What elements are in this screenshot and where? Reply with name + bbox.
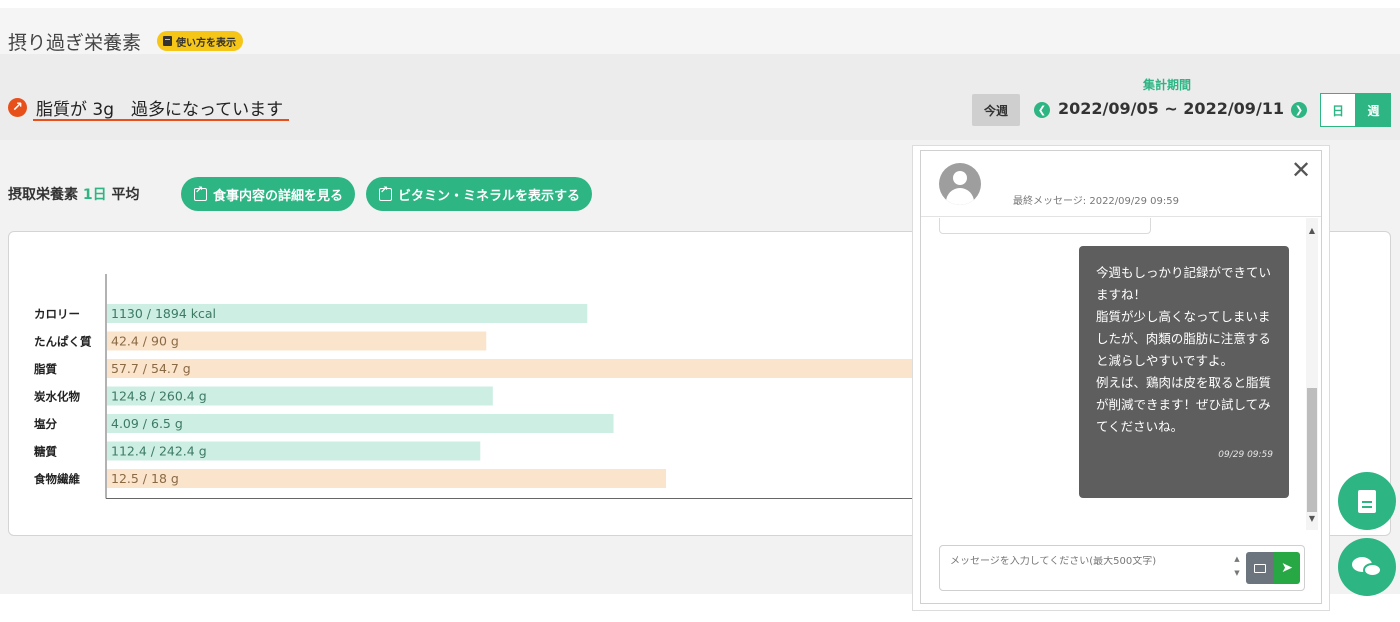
section-title-prefix: 摂取栄養素: [8, 187, 78, 203]
scroll-up-icon[interactable]: ▲: [1307, 226, 1317, 235]
bar-value-label: 42.4 / 90 g: [111, 334, 179, 349]
bar-value-label: 4.09 / 6.5 g: [111, 416, 183, 431]
section-title-suffix: 平均: [111, 187, 140, 203]
toggle-week-button[interactable]: 週: [1356, 93, 1391, 127]
input-spinner[interactable]: ▲ ▼: [1232, 552, 1242, 580]
chat-header: 最終メッセージ: 2022/09/29 09:59 ✕: [921, 151, 1321, 217]
page-title: 摂り過ぎ栄養素: [8, 32, 142, 54]
external-link-icon: [194, 185, 207, 201]
attach-image-button[interactable]: [1246, 552, 1274, 584]
scrollbar-thumb[interactable]: [1307, 388, 1317, 512]
bar-value-label: 12.5 / 18 g: [111, 471, 179, 486]
avatar-head: [953, 171, 967, 185]
section-title: 摂取栄養素 1日 平均: [8, 184, 140, 204]
category-label: 糖質: [34, 445, 57, 459]
previous-message-bubble: [939, 218, 1151, 234]
alert-underline: [33, 119, 289, 121]
vitamin-mineral-label: ビタミン・ミネラルを表示する: [398, 188, 581, 204]
chat-button[interactable]: [1338, 538, 1396, 596]
meal-detail-button[interactable]: 食事内容の詳細を見る: [181, 177, 356, 211]
book-icon: [163, 36, 172, 46]
message-text: 今週もしっかり記録ができていますね！ 脂質が少し高くなってしまいましたが、肉類の…: [1096, 265, 1272, 434]
howto-button[interactable]: 使い方を表示: [157, 31, 243, 51]
arrow-right-icon[interactable]: ❯: [1291, 102, 1307, 118]
external-link-icon: [379, 185, 392, 201]
document-icon: [1358, 489, 1376, 513]
chat-panel: 最終メッセージ: 2022/09/29 09:59 ✕ 今週もしっかり記録ができ…: [920, 150, 1322, 604]
avatar-body: [946, 188, 974, 205]
message-input[interactable]: [950, 556, 1220, 567]
message-time: 09/29 09:59: [1218, 450, 1273, 460]
section-title-highlight: 1日: [82, 187, 107, 203]
vitamin-mineral-button[interactable]: ビタミン・ミネラルを表示する: [366, 177, 593, 211]
arrow-left-icon[interactable]: ❮: [1034, 102, 1050, 118]
chat-messages[interactable]: 今週もしっかり記録ができていますね！ 脂質が少し高くなってしまいましたが、肉類の…: [921, 218, 1321, 530]
last-message-time: 最終メッセージ: 2022/09/29 09:59: [1013, 196, 1179, 207]
document-button[interactable]: [1338, 472, 1396, 530]
toggle-day-button[interactable]: 日: [1320, 93, 1356, 127]
arrow-up-right-icon: ↗: [8, 98, 27, 117]
category-label: 脂質: [33, 362, 57, 376]
alert-message: 脂質が 3g 過多になっています: [36, 100, 284, 120]
chart-bar: [107, 359, 957, 378]
date-range: 2022/09/05 ~ 2022/09/11: [1058, 99, 1285, 118]
avatar: [939, 163, 981, 205]
bar-value-label: 124.8 / 260.4 g: [111, 389, 207, 404]
bar-value-label: 57.7 / 54.7 g: [111, 361, 191, 376]
close-icon[interactable]: ✕: [1289, 156, 1313, 184]
howto-label: 使い方を表示: [176, 37, 236, 49]
category-label: 炭水化物: [34, 390, 80, 404]
bar-value-label: 112.4 / 242.4 g: [111, 444, 207, 459]
message-bubble: 今週もしっかり記録ができていますね！ 脂質が少し高くなってしまいましたが、肉類の…: [1079, 246, 1289, 498]
send-button[interactable]: ➤: [1274, 552, 1300, 584]
category-label: カロリー: [34, 307, 80, 321]
scroll-down-icon[interactable]: ▼: [1307, 514, 1317, 523]
bar-value-label: 1130 / 1894 kcal: [111, 306, 216, 321]
chart-bar: [107, 414, 614, 433]
category-label: 食物繊維: [34, 472, 80, 486]
period-label: 集計期間: [1143, 78, 1192, 92]
chart-bar: [107, 469, 667, 488]
meal-detail-label: 食事内容の詳細を見る: [213, 188, 344, 204]
category-label: たんぱく質: [34, 335, 92, 349]
category-label: 塩分: [34, 417, 57, 431]
send-icon: ➤: [1281, 560, 1293, 576]
chat-input-box: ▲▼ ➤: [939, 545, 1305, 591]
chat-bubbles-icon: [1352, 555, 1382, 579]
image-icon: [1254, 563, 1266, 573]
this-week-button[interactable]: 今週: [972, 94, 1020, 126]
